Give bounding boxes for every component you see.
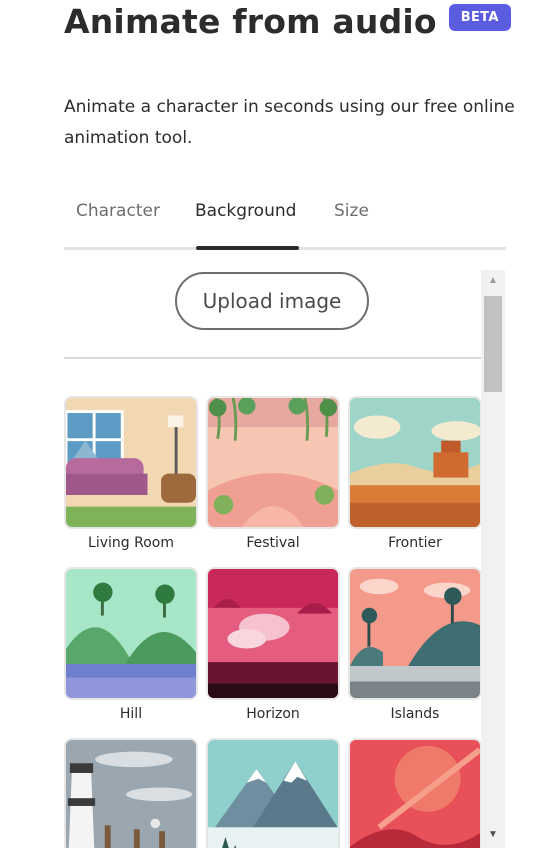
background-tile-mountain[interactable] (206, 738, 340, 848)
lighthouse-thumbnail (64, 738, 198, 848)
background-panel: Upload image Living Room Festival Fronti… (64, 268, 506, 848)
background-tile-red-planet[interactable] (348, 738, 482, 848)
divider (64, 357, 482, 359)
horizon-thumbnail (206, 567, 340, 700)
living-room-thumbnail (64, 396, 198, 529)
background-label: Living Room (88, 535, 174, 551)
page-title: Animate from audio (64, 2, 437, 41)
background-tile-festival[interactable]: Festival (206, 396, 340, 551)
islands-thumbnail (348, 567, 482, 700)
background-tile-islands[interactable]: Islands (348, 567, 482, 722)
tab-bar: Character Background Size (64, 194, 506, 250)
background-tile-living-room[interactable]: Living Room (64, 396, 198, 551)
background-label: Horizon (246, 706, 300, 722)
festival-thumbnail (206, 396, 340, 529)
upload-image-button[interactable]: Upload image (175, 272, 369, 330)
scroll-down-arrow-icon[interactable]: ▼ (481, 826, 505, 844)
frontier-thumbnail (348, 396, 482, 529)
panel-scrollbar[interactable]: ▲ ▼ (481, 270, 505, 848)
background-label: Islands (390, 706, 440, 722)
scrollbar-thumb[interactable] (484, 296, 502, 392)
active-tab-indicator (196, 246, 299, 250)
background-tile-frontier[interactable]: Frontier (348, 396, 482, 551)
header: Animate from audio BETA (64, 2, 511, 41)
beta-badge: BETA (448, 4, 511, 31)
background-tile-hill[interactable]: Hill (64, 567, 198, 722)
background-label: Festival (246, 535, 300, 551)
background-tile-lighthouse[interactable] (64, 738, 198, 848)
red-planet-thumbnail (348, 738, 482, 848)
scroll-up-arrow-icon[interactable]: ▲ (481, 272, 505, 290)
tab-character[interactable]: Character (76, 201, 160, 221)
hill-thumbnail (64, 567, 198, 700)
tab-background[interactable]: Background (195, 201, 296, 221)
background-tile-horizon[interactable]: Horizon (206, 567, 340, 722)
page-subtitle: Animate a character in seconds using our… (64, 97, 515, 148)
background-label: Hill (119, 706, 143, 722)
background-label: Frontier (388, 535, 442, 551)
mountain-thumbnail (206, 738, 340, 848)
tab-size[interactable]: Size (334, 201, 369, 221)
